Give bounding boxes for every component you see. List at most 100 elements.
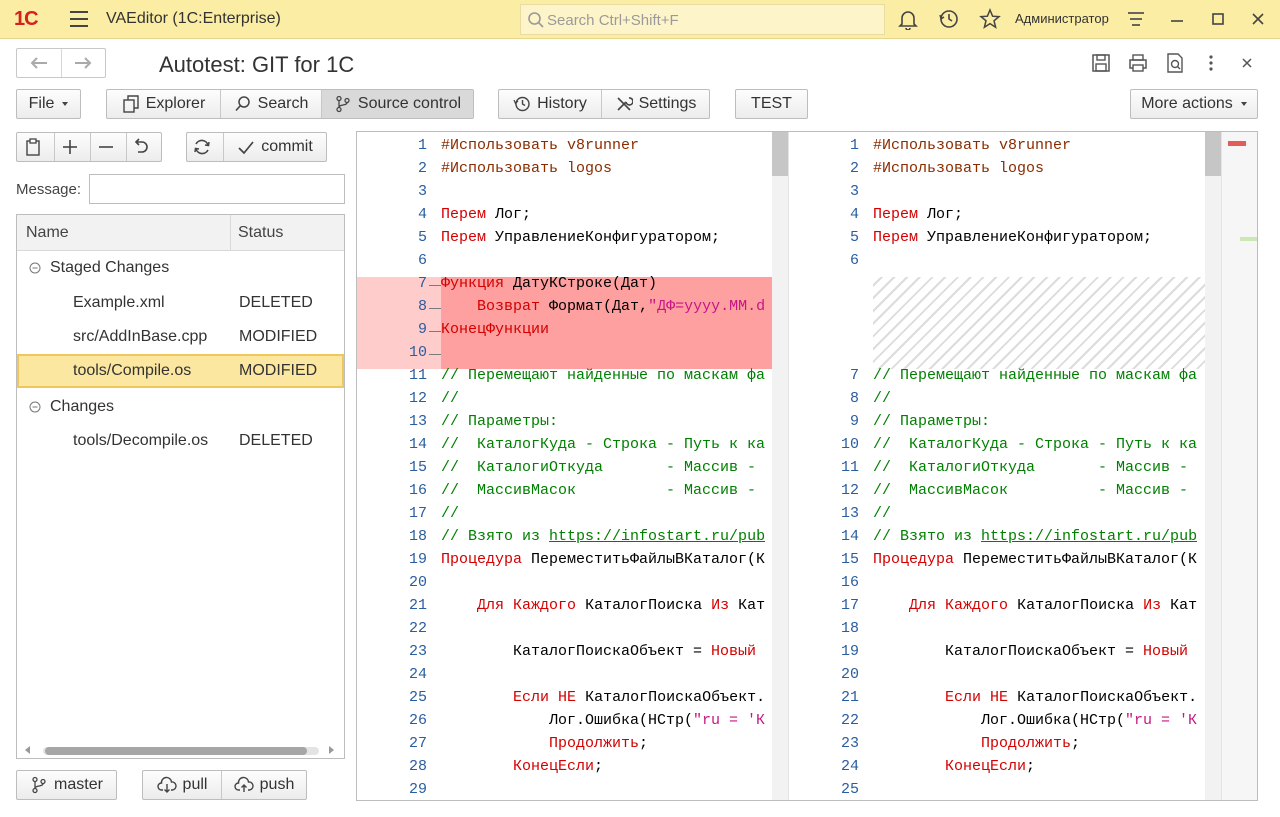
code-line[interactable]: // Перемещают найденные по маскам фа <box>873 367 1197 384</box>
code-line[interactable]: Продолжить; <box>873 735 1080 752</box>
stage-all-button[interactable] <box>17 133 54 161</box>
explorer-button[interactable]: Explorer <box>107 90 220 118</box>
test-button[interactable]: TEST <box>735 89 808 119</box>
preview-icon[interactable] <box>1164 52 1186 74</box>
code-line[interactable]: // Параметры: <box>441 413 558 430</box>
table-row[interactable]: Example.xml DELETED <box>17 286 344 320</box>
code-line[interactable]: Перем УправлениеКонфигуратором; <box>441 229 720 246</box>
message-input[interactable] <box>89 174 345 204</box>
code-line[interactable]: Перем Лог; <box>441 206 531 223</box>
more-actions-button[interactable]: More actions <box>1130 89 1258 119</box>
pull-button[interactable]: pull <box>143 771 221 799</box>
close-window-icon[interactable] <box>1247 8 1269 30</box>
code-line[interactable]: // <box>441 505 459 522</box>
table-row-selected[interactable]: tools/Compile.os MODIFIED <box>17 354 344 388</box>
code-line[interactable]: КаталогПоискаОбъект = Новый <box>873 643 1188 660</box>
column-status-header[interactable]: Status <box>238 224 283 242</box>
code-line[interactable]: Лог.Ошибка(НСтр("ru = 'К <box>441 712 765 729</box>
code-line[interactable]: #Использовать logos <box>873 160 1044 177</box>
code-line[interactable]: Процедура ПереместитьФайлыВКаталог(К <box>873 551 1197 568</box>
code-line[interactable]: // <box>441 390 459 407</box>
code-line[interactable]: Если НЕ КаталогПоискаОбъект. <box>873 689 1197 706</box>
code-line[interactable]: // Взято из https://infostart.ru/pub <box>441 528 765 545</box>
maximize-icon[interactable] <box>1207 8 1229 30</box>
table-row[interactable]: tools/Decompile.os DELETED <box>17 424 344 458</box>
forward-button[interactable] <box>60 49 106 77</box>
code-line[interactable]: // КаталогиОткуда - Массив - <box>873 459 1188 476</box>
discard-button[interactable] <box>126 133 161 161</box>
scroll-thumb[interactable] <box>1205 132 1221 176</box>
code-line[interactable]: Процедура ПереместитьФайлыВКаталог(К <box>441 551 765 568</box>
settings-menu-icon[interactable] <box>1125 8 1147 30</box>
back-button[interactable] <box>17 49 61 77</box>
code-line[interactable]: КаталогПоискаОбъект = Новый <box>441 643 756 660</box>
vertical-scrollbar[interactable] <box>772 132 788 800</box>
print-icon[interactable] <box>1127 52 1149 74</box>
code-line[interactable]: // <box>873 505 891 522</box>
code-line[interactable]: // КаталогКуда - Строка - Путь к ка <box>441 436 765 453</box>
code-line[interactable]: Продолжить; <box>441 735 648 752</box>
scroll-left-icon[interactable] <box>25 746 30 754</box>
commit-button[interactable]: commit <box>223 133 326 161</box>
save-icon[interactable] <box>1090 52 1112 74</box>
code-line[interactable]: // Перемещают найденные по маскам фа <box>441 367 765 384</box>
history-icon[interactable] <box>938 8 960 30</box>
scroll-thumb[interactable] <box>772 132 788 176</box>
vertical-scrollbar[interactable] <box>1205 132 1221 800</box>
code-line[interactable]: #Использовать logos <box>441 160 612 177</box>
diff-editor[interactable]: 1 #Использовать v8runner 2 #Использовать lo… <box>356 131 1258 801</box>
file-menu-button[interactable]: File <box>16 89 81 119</box>
scroll-right-icon[interactable] <box>329 746 334 754</box>
code-line[interactable]: // Параметры: <box>873 413 990 430</box>
code-line[interactable]: Возврат Формат(Дат,"ДФ=yyyy.MM.d <box>441 298 765 315</box>
history-button[interactable]: History <box>499 90 601 118</box>
code-line[interactable]: КонецФункции <box>441 321 549 338</box>
code-line[interactable]: // КаталогиОткуда - Массив - <box>441 459 756 476</box>
settings-button[interactable]: Settings <box>601 90 709 118</box>
stage-button[interactable] <box>54 133 90 161</box>
code-line[interactable]: // МассивМасок - Массив - <box>873 482 1188 499</box>
code-line[interactable]: // Взято из https://infostart.ru/pub <box>873 528 1197 545</box>
collapse-icon[interactable] <box>29 262 41 274</box>
code-line[interactable]: КонецЕсли; <box>873 758 1035 775</box>
star-icon[interactable] <box>979 8 1001 30</box>
search-button[interactable]: Search <box>220 90 321 118</box>
code-line[interactable]: Для Каждого КаталогПоиска Из Кат <box>873 597 1197 614</box>
code-line[interactable]: #Использовать v8runner <box>873 137 1071 154</box>
code-line[interactable]: КонецЕсли; <box>441 758 603 775</box>
collapse-icon[interactable] <box>29 401 41 413</box>
unstage-button[interactable] <box>90 133 126 161</box>
code-line[interactable]: Функция ДатуКСтроке(Дат) <box>441 275 657 292</box>
code-line[interactable]: // <box>873 390 891 407</box>
table-row[interactable]: src/AddInBase.cpp MODIFIED <box>17 320 344 354</box>
more-vertical-icon[interactable] <box>1200 52 1222 74</box>
minimize-icon[interactable] <box>1166 8 1188 30</box>
group-staged-changes[interactable]: Staged Changes <box>17 251 344 285</box>
code-line[interactable]: #Использовать v8runner <box>441 137 639 154</box>
main-menu-icon[interactable] <box>70 11 88 27</box>
bell-icon[interactable] <box>897 8 919 30</box>
user-name[interactable]: Администратор <box>1015 11 1109 26</box>
horizontal-scrollbar[interactable] <box>17 741 344 758</box>
code-line[interactable]: Для Каждого КаталогПоиска Из Кат <box>441 597 765 614</box>
code-line[interactable]: Перем Лог; <box>873 206 963 223</box>
push-button[interactable]: push <box>221 771 306 799</box>
source-control-button[interactable]: Source control <box>321 90 473 118</box>
diff-modified-pane[interactable]: 1 #Использовать v8runner 2 #Использовать lo… <box>789 132 1221 800</box>
branch-button[interactable]: master <box>16 770 117 800</box>
scroll-thumb[interactable] <box>45 747 307 755</box>
code-line[interactable]: // МассивМасок - Массив - <box>441 482 756 499</box>
global-search[interactable] <box>520 4 885 35</box>
column-name-header[interactable]: Name <box>26 224 69 242</box>
diff-original-pane[interactable]: 1 #Использовать v8runner 2 #Использовать lo… <box>357 132 788 800</box>
code-line[interactable]: Лог.Ошибка(НСтр("ru = 'К <box>873 712 1197 729</box>
group-changes[interactable]: Changes <box>17 390 344 424</box>
diff-overview-ruler[interactable] <box>1221 132 1257 800</box>
global-search-input[interactable] <box>547 10 877 30</box>
refresh-button[interactable] <box>187 133 223 161</box>
app-logo[interactable]: 1С <box>14 8 39 31</box>
code-line[interactable]: // КаталогКуда - Строка - Путь к ка <box>873 436 1197 453</box>
close-form-icon[interactable] <box>1236 52 1258 74</box>
code-line[interactable]: Перем УправлениеКонфигуратором; <box>873 229 1152 246</box>
code-line[interactable]: Если НЕ КаталогПоискаОбъект. <box>441 689 765 706</box>
